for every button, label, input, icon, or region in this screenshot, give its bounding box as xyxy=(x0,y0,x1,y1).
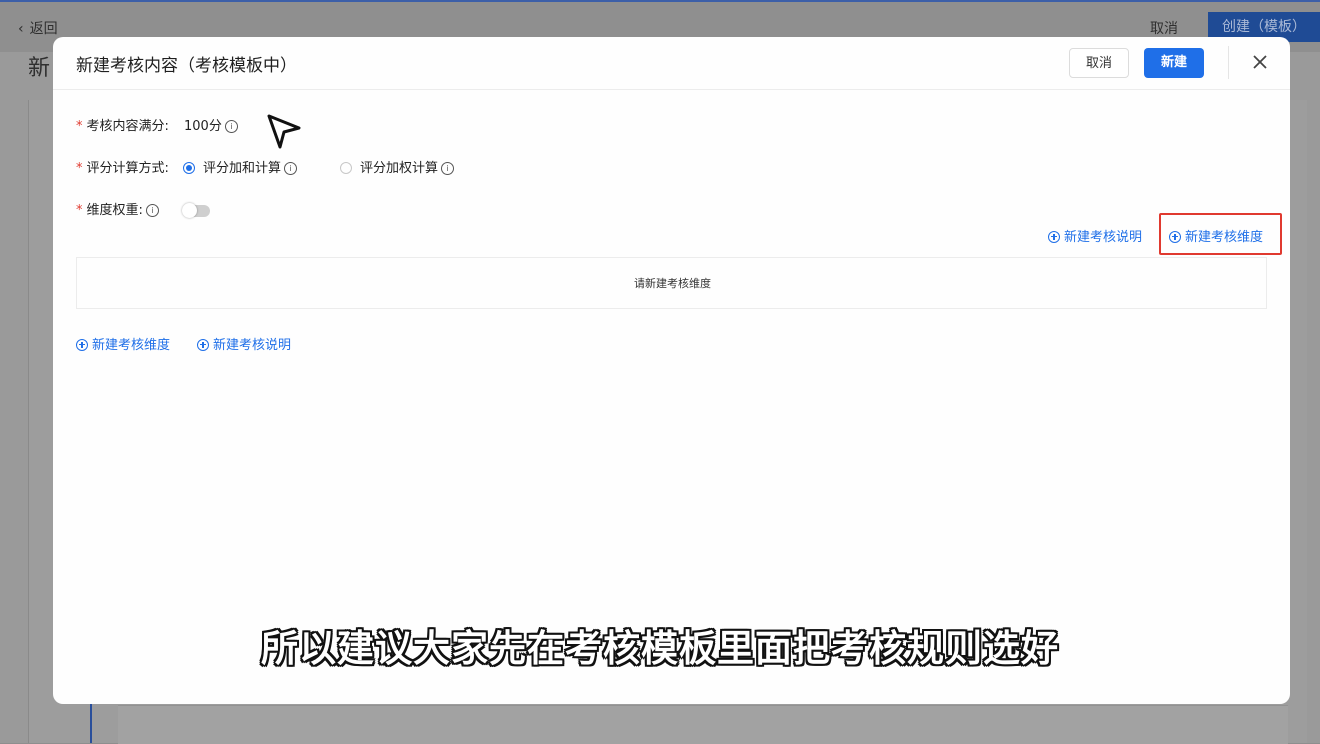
info-icon[interactable]: i xyxy=(224,120,238,133)
close-icon[interactable] xyxy=(1249,51,1271,73)
weight-label: 维度权重: xyxy=(86,203,143,218)
plus-circle-icon xyxy=(197,338,209,351)
dimension-empty-state: 请新建考核维度 xyxy=(76,257,1267,309)
radio-weighted-label: 评分加权计算 xyxy=(360,161,439,176)
full-score-row: * 考核内容满分: xyxy=(76,117,169,137)
add-dimension-link-bottom[interactable]: 新建考核维度 xyxy=(76,337,170,355)
required-mark: * xyxy=(76,119,83,134)
radio-sum-label: 评分加和计算 xyxy=(203,161,282,176)
video-subtitle: 所以建议大家先在考核模板里面把考核规则选好 xyxy=(261,627,1059,670)
modal-header: 新建考核内容（考核模板中） 取消 新建 xyxy=(53,37,1290,90)
cancel-button[interactable]: 取消 xyxy=(1069,48,1129,78)
add-description-link-bottom[interactable]: 新建考核说明 xyxy=(197,337,291,355)
header-divider xyxy=(1228,46,1229,79)
radio-sum-button[interactable] xyxy=(183,161,195,174)
chevron-left-icon: ‹ xyxy=(18,21,24,37)
toggle-knob xyxy=(182,203,197,218)
plus-circle-icon xyxy=(1048,230,1060,243)
calc-method-label: 评分计算方式: xyxy=(86,161,169,176)
background-page-title: 新 xyxy=(28,56,51,81)
radio-sum[interactable]: 评分加和计算 i xyxy=(183,159,298,179)
calc-method-row: * 评分计算方式: xyxy=(76,159,169,179)
mouse-pointer-icon xyxy=(267,114,301,149)
full-score-value: 100分 xyxy=(184,119,222,134)
full-score-label: 考核内容满分: xyxy=(86,119,169,134)
info-icon[interactable]: i xyxy=(145,204,159,217)
required-mark: * xyxy=(76,203,83,218)
create-content-modal: 新建考核内容（考核模板中） 取消 新建 * 考核内容满分: 100分 i * 评分计算… xyxy=(53,37,1290,704)
background-accent-bar xyxy=(90,700,92,743)
weight-row: * 维度权重: i xyxy=(76,201,159,221)
plus-circle-icon xyxy=(76,338,88,351)
radio-weighted-button[interactable] xyxy=(340,161,352,174)
weight-toggle[interactable] xyxy=(182,203,210,218)
empty-state-text: 请新建考核维度 xyxy=(634,277,711,290)
create-button[interactable]: 新建 xyxy=(1144,48,1204,78)
back-link[interactable]: ‹ 返回 xyxy=(18,18,58,38)
full-score-field: 100分 i xyxy=(184,117,238,137)
modal-title: 新建考核内容（考核模板中） xyxy=(76,56,297,76)
radio-weighted[interactable]: 评分加权计算 i xyxy=(340,159,455,179)
highlight-annotation xyxy=(1159,213,1282,255)
background-cancel-button[interactable]: 取消 xyxy=(1150,18,1178,38)
add-description-link-top[interactable]: 新建考核说明 xyxy=(1048,229,1142,247)
info-icon[interactable]: i xyxy=(441,162,455,175)
info-icon[interactable]: i xyxy=(284,162,298,175)
background-table xyxy=(118,705,1288,744)
required-mark: * xyxy=(76,161,83,176)
